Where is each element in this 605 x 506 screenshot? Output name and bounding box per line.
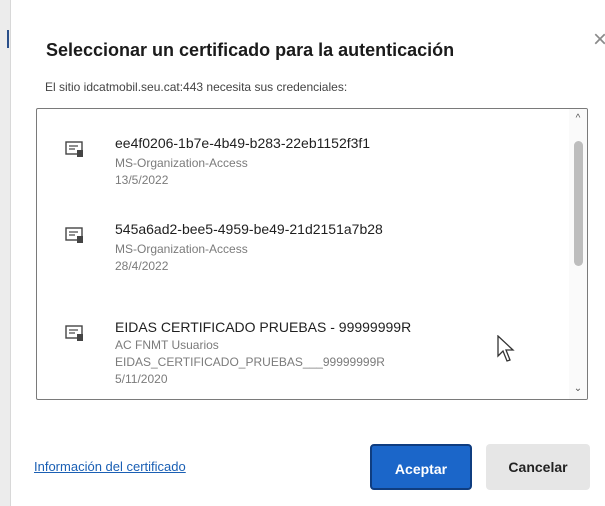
certificate-item[interactable]: 545a6ad2-bee5-4959-be49-21d2151a7b28 MS-…: [37, 209, 567, 289]
certificate-issuer: AC FNMT Usuarios: [115, 338, 219, 352]
cancel-button[interactable]: Cancelar: [486, 444, 590, 490]
certificate-issuer: MS-Organization-Access: [115, 156, 248, 170]
certificate-name: 545a6ad2-bee5-4959-be49-21d2151a7b28: [115, 221, 383, 237]
certificate-date: 13/5/2022: [115, 173, 169, 187]
certificate-item[interactable]: ee4f0206-1b7e-4b49-b283-22eb1152f3f1 MS-…: [37, 123, 567, 203]
mouse-pointer-icon: [497, 335, 515, 362]
list-scrollbar[interactable]: ^ ⌄: [569, 109, 587, 399]
certificate-date: 5/11/2020: [115, 372, 168, 386]
certificate-subject: EIDAS_CERTIFICADO_PRUEBAS___99999999R: [115, 355, 385, 369]
certificate-icon: [65, 325, 83, 341]
scroll-up-arrow-icon[interactable]: ^: [572, 113, 584, 125]
certificate-name: EIDAS CERTIFICADO PRUEBAS - 99999999R: [115, 319, 412, 335]
certificate-info-link[interactable]: Información del certificado: [34, 459, 186, 474]
scrollbar-thumb[interactable]: [574, 141, 583, 266]
certificate-icon: [65, 141, 83, 157]
dialog-subtitle: El sitio idcatmobil.seu.cat:443 necesita…: [45, 80, 348, 94]
dialog-title: Seleccionar un certificado para la auten…: [46, 40, 455, 60]
scroll-down-arrow-icon[interactable]: ⌄: [572, 383, 584, 395]
certificate-name: ee4f0206-1b7e-4b49-b283-22eb1152f3f1: [115, 135, 371, 151]
accept-button[interactable]: Aceptar: [370, 444, 472, 490]
certificate-issuer: MS-Organization-Access: [115, 242, 248, 256]
certificate-date: 28/4/2022: [115, 259, 169, 273]
certificate-item[interactable]: EIDAS CERTIFICADO PRUEBAS - 99999999R AC…: [37, 307, 567, 399]
close-button[interactable]: ×: [589, 28, 605, 52]
background-window-edge: [0, 0, 10, 506]
background-accent-mark: [7, 30, 9, 48]
certificate-icon: [65, 227, 83, 243]
